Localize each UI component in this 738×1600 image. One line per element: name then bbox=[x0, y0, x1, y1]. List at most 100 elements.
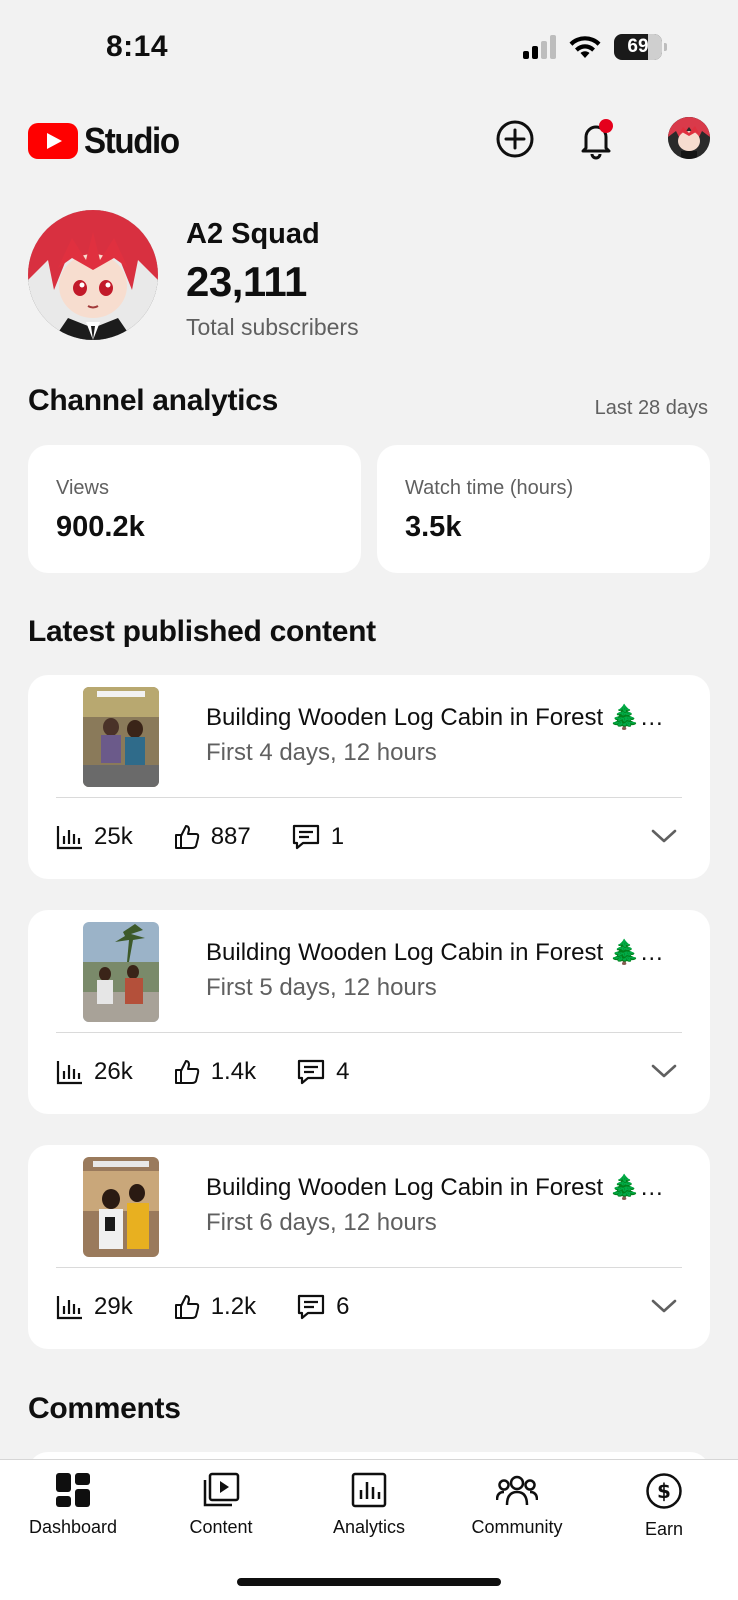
divider bbox=[56, 797, 682, 798]
watch-time-card[interactable]: Watch time (hours) 3.5k bbox=[377, 445, 710, 573]
comments-count: 4 bbox=[336, 1058, 350, 1085]
metric-label: Watch time (hours) bbox=[405, 477, 574, 499]
logo-text: Studio bbox=[84, 120, 180, 161]
video-stats: 25k 887 1 bbox=[56, 823, 384, 851]
likes-count: 1.4k bbox=[210, 1058, 257, 1085]
content-icon bbox=[203, 1472, 240, 1507]
metric-value: 900.2k bbox=[56, 511, 145, 543]
community-icon bbox=[496, 1475, 538, 1506]
battery-indicator: 69 bbox=[614, 34, 667, 60]
comment-icon bbox=[297, 1294, 325, 1320]
status-bar: 8:14 69 bbox=[0, 0, 738, 100]
video-period: First 6 days, 12 hours bbox=[206, 1209, 437, 1236]
chevron-down-icon bbox=[651, 829, 677, 843]
video-title: Building Wooden Log Cabin in Forest 🌲… bbox=[206, 939, 664, 966]
app-header: Studio bbox=[0, 100, 738, 180]
metric-value: 3.5k bbox=[405, 511, 462, 543]
bar-chart-icon bbox=[56, 826, 82, 850]
comment-icon bbox=[297, 1059, 325, 1085]
channel-avatar bbox=[28, 210, 158, 340]
battery-level: 69 bbox=[627, 36, 649, 57]
video-thumbnail[interactable] bbox=[83, 922, 159, 1022]
analytics-icon bbox=[351, 1472, 387, 1508]
bar-chart-icon bbox=[56, 1061, 82, 1085]
nav-dashboard[interactable]: Dashboard bbox=[0, 1472, 147, 1538]
video-title: Building Wooden Log Cabin in Forest 🌲… bbox=[206, 704, 664, 731]
likes-stat: 887 bbox=[173, 823, 251, 851]
thumbs-up-icon bbox=[174, 825, 199, 849]
views-stat: 25k bbox=[56, 823, 133, 851]
subscriber-count: 23,111 bbox=[186, 258, 307, 305]
dashboard-icon bbox=[56, 1473, 90, 1507]
status-icons: 69 bbox=[523, 34, 667, 60]
video-stats: 26k 1.4k 4 bbox=[56, 1058, 389, 1086]
subscriber-label: Total subscribers bbox=[186, 314, 359, 340]
nav-content[interactable]: Content bbox=[147, 1472, 295, 1538]
comments-stat: 4 bbox=[296, 1058, 349, 1086]
comments-count: 1 bbox=[330, 823, 345, 850]
views-card[interactable]: Views 900.2k bbox=[28, 445, 361, 573]
views-count: 25k bbox=[94, 823, 133, 850]
notifications-button[interactable] bbox=[574, 117, 618, 161]
video-title: Building Wooden Log Cabin in Forest 🌲… bbox=[206, 1174, 664, 1201]
nav-label: Content bbox=[189, 1517, 253, 1537]
video-thumbnail[interactable] bbox=[83, 1157, 159, 1257]
latest-content-title: Latest published content bbox=[28, 615, 376, 648]
channel-summary: A2 Squad 23,111 Total subscribers bbox=[28, 210, 718, 342]
expand-button[interactable] bbox=[650, 827, 678, 850]
video-stats: 29k 1.2k 6 bbox=[56, 1293, 389, 1321]
comments-title: Comments bbox=[28, 1392, 181, 1425]
bar-chart-icon bbox=[56, 1296, 82, 1320]
views-stat: 26k bbox=[56, 1058, 133, 1086]
create-button[interactable] bbox=[493, 117, 537, 161]
earn-icon: $ bbox=[646, 1473, 682, 1509]
studio-dashboard: 8:14 69 Studio A2 Squad 23,111 Total sub… bbox=[0, 0, 738, 1600]
svg-text:$: $ bbox=[657, 1479, 671, 1503]
comments-stat: 6 bbox=[296, 1293, 349, 1321]
video-thumbnail[interactable] bbox=[83, 687, 159, 787]
nav-community[interactable]: Community bbox=[443, 1472, 591, 1538]
nav-label: Earn bbox=[644, 1519, 684, 1539]
video-card[interactable]: Building Wooden Log Cabin in Forest 🌲… F… bbox=[28, 675, 710, 879]
likes-count: 887 bbox=[210, 823, 251, 850]
nav-analytics[interactable]: Analytics bbox=[295, 1472, 443, 1538]
channel-analytics-title: Channel analytics bbox=[28, 384, 278, 417]
channel-name: A2 Squad bbox=[186, 218, 320, 250]
video-period: First 5 days, 12 hours bbox=[206, 974, 437, 1001]
nav-earn[interactable]: $ Earn bbox=[590, 1472, 738, 1540]
nav-label: Dashboard bbox=[28, 1517, 118, 1537]
create-icon bbox=[496, 120, 534, 158]
thumbs-up-icon bbox=[174, 1295, 199, 1319]
likes-stat: 1.4k bbox=[173, 1058, 256, 1086]
status-time: 8:14 bbox=[106, 30, 169, 63]
divider bbox=[56, 1267, 682, 1268]
comments-stat: 1 bbox=[291, 823, 344, 851]
expand-button[interactable] bbox=[650, 1062, 678, 1085]
video-card[interactable]: Building Wooden Log Cabin in Forest 🌲… F… bbox=[28, 1145, 710, 1349]
views-count: 29k bbox=[94, 1293, 133, 1320]
views-stat: 29k bbox=[56, 1293, 133, 1321]
analytics-range: Last 28 days bbox=[594, 397, 708, 419]
cellular-signal-icon bbox=[523, 35, 556, 59]
likes-count: 1.2k bbox=[210, 1293, 257, 1320]
comments-count: 6 bbox=[336, 1293, 350, 1320]
bottom-navigation: Dashboard Content Analytics Community $ … bbox=[0, 1459, 738, 1600]
nav-label: Analytics bbox=[332, 1517, 406, 1537]
expand-button[interactable] bbox=[650, 1297, 678, 1320]
youtube-play-icon bbox=[28, 123, 78, 159]
account-avatar[interactable] bbox=[668, 117, 710, 159]
home-indicator bbox=[237, 1578, 501, 1586]
video-card[interactable]: Building Wooden Log Cabin in Forest 🌲… F… bbox=[28, 910, 710, 1114]
divider bbox=[56, 1032, 682, 1033]
wifi-icon bbox=[569, 36, 601, 58]
views-count: 26k bbox=[94, 1058, 133, 1085]
chevron-down-icon bbox=[651, 1299, 677, 1313]
likes-stat: 1.2k bbox=[173, 1293, 256, 1321]
chevron-down-icon bbox=[651, 1064, 677, 1078]
video-period: First 4 days, 12 hours bbox=[206, 739, 437, 766]
thumbs-up-icon bbox=[174, 1060, 199, 1084]
metric-label: Views bbox=[56, 477, 109, 499]
youtube-studio-logo: Studio bbox=[28, 120, 187, 162]
notifications-icon bbox=[581, 119, 613, 160]
nav-label: Community bbox=[471, 1517, 563, 1537]
